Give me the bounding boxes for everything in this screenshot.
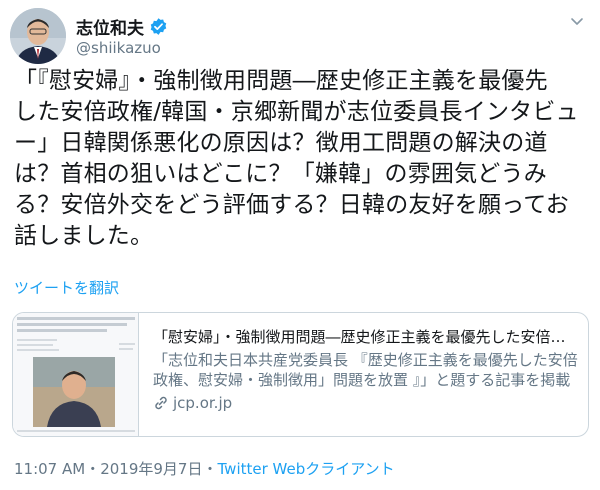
- card-domain[interactable]: jcp.or.jp: [173, 393, 232, 413]
- author-handle[interactable]: @shiikazuo: [76, 39, 161, 57]
- tweet-date[interactable]: 2019年9月7日: [100, 460, 202, 478]
- card-domain-row[interactable]: jcp.or.jp: [153, 393, 578, 413]
- avatar-image: [10, 8, 66, 64]
- avatar[interactable]: [10, 8, 66, 64]
- translate-tweet-link[interactable]: ツイートを翻訳: [14, 277, 119, 298]
- card-description: 「志位和夫日本共産党委員長 『歴史修正主義を最優先した安倍政権、慰安婦・強制徴用…: [153, 351, 578, 389]
- tweet-source-link[interactable]: Twitter Webクライアント: [218, 460, 395, 478]
- verified-badge-icon: [149, 17, 168, 36]
- tweet-time[interactable]: 11:07 AM: [14, 460, 85, 478]
- footer-separator: ・: [202, 460, 218, 478]
- author-name-row[interactable]: 志位和夫: [76, 14, 168, 39]
- article-screenshot-image: [13, 313, 138, 436]
- author-display-name[interactable]: 志位和夫: [76, 14, 144, 39]
- tweet-text: 「『慰安婦』・強制徴用問題―歴史修正主義を最優先 した安倍政権/韓国・京郷新聞が…: [14, 68, 579, 249]
- card-title[interactable]: 「慰安婦」・強制徴用問題―歴史修正主義を最優先した安倍政権/韓国・京郷新聞が志位…: [153, 327, 578, 347]
- link-preview-card[interactable]: 「慰安婦」・強制徴用問題―歴史修正主義を最優先した安倍政権/韓国・京郷新聞が志位…: [12, 312, 589, 437]
- footer-separator: ・: [85, 460, 101, 478]
- tweet-header: 志位和夫 @shiikazuo: [10, 8, 590, 64]
- link-icon: [153, 395, 169, 411]
- card-body[interactable]: 「慰安婦」・強制徴用問題―歴史修正主義を最優先した安倍政権/韓国・京郷新聞が志位…: [139, 313, 588, 436]
- chevron-down-icon[interactable]: [568, 12, 586, 30]
- tweet-footer: 11:07 AM・2019年9月7日・Twitter Webクライアント: [14, 458, 395, 479]
- card-thumbnail: [13, 313, 139, 436]
